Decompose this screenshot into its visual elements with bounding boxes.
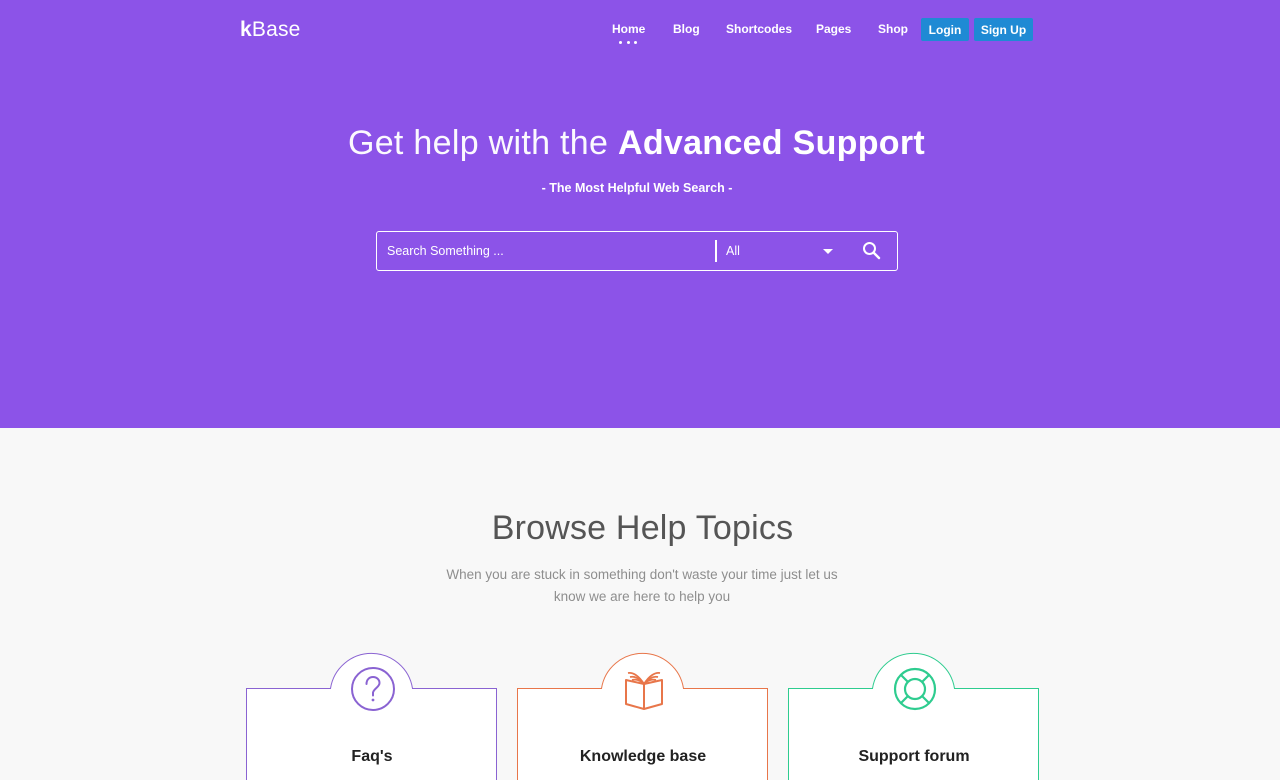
- nav-item-shop[interactable]: Shop: [878, 22, 908, 36]
- nav-item-pages[interactable]: Pages: [816, 22, 851, 36]
- active-indicator: [619, 41, 637, 45]
- hero-title-light: Get help with the: [347, 124, 618, 162]
- search-divider: [715, 240, 717, 262]
- browse-title: Browse Help Topics: [491, 509, 794, 547]
- question-circle-icon: [351, 667, 395, 711]
- hero-subtitle: - The Most Helpful Web Search -: [541, 181, 733, 195]
- search-icon: [863, 242, 881, 260]
- lifebuoy-icon: [893, 667, 937, 711]
- nav-item-shortcodes[interactable]: Shortcodes: [726, 22, 792, 36]
- topic-card-knowledge-base[interactable]: Knowledge base: [517, 648, 769, 780]
- hero-section: kBase Home Blog Shortcodes Pages Shop Lo…: [0, 0, 1280, 428]
- logo-mark: k: [240, 18, 252, 41]
- category-selected-value: All: [726, 243, 740, 258]
- card-label: Support forum: [858, 748, 970, 765]
- search-button[interactable]: [861, 240, 883, 262]
- topic-card-support-forum[interactable]: Support forum: [788, 648, 1040, 780]
- category-select[interactable]: All: [726, 232, 838, 269]
- search-input[interactable]: [387, 232, 707, 269]
- open-book-icon: [625, 671, 663, 710]
- browse-description: When you are stuck in something don't wa…: [446, 567, 838, 604]
- logo[interactable]: kBase: [240, 18, 301, 42]
- topic-card-faqs[interactable]: Faq's: [246, 648, 498, 780]
- nav-item-blog[interactable]: Blog: [673, 22, 700, 36]
- signup-button[interactable]: Sign Up: [974, 18, 1033, 41]
- card-label: Faq's: [351, 748, 393, 765]
- card-label: Knowledge base: [579, 748, 707, 765]
- nav-item-home[interactable]: Home: [612, 22, 645, 36]
- caret-down-icon[interactable]: [823, 249, 833, 254]
- hero-title-bold: Advanced Support: [617, 124, 926, 162]
- logo-text: Base: [251, 18, 301, 41]
- hero-title: Get help with the Advanced Support: [0, 124, 1273, 163]
- search-bar: All: [376, 231, 898, 271]
- login-button[interactable]: Login: [921, 18, 969, 41]
